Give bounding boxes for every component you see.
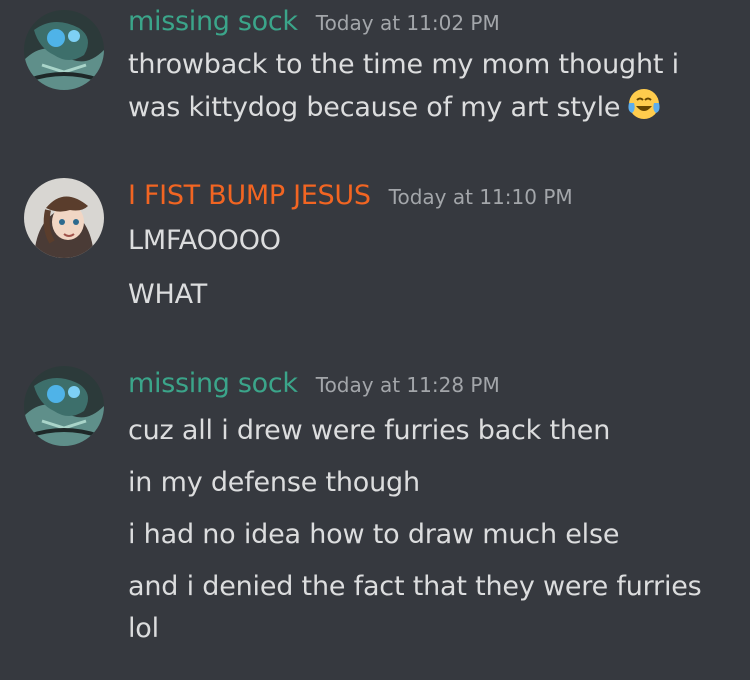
message-text: and i denied the fact that they were fur… [128, 571, 702, 644]
avatar[interactable] [24, 10, 104, 90]
message-text: WHAT [128, 279, 208, 310]
username[interactable]: missing sock [128, 6, 298, 37]
message-content: LMFAOOOO [128, 220, 728, 262]
chat-messages: missing sock Today at 11:02 PM throwback… [0, 0, 750, 680]
message-content: i had no idea how to draw much else [128, 514, 728, 556]
message-content: cuz all i drew were furries back then [128, 410, 728, 452]
message-content: in my defense though [128, 462, 728, 504]
message-text: throwback to the time my mom thought i w… [128, 49, 679, 123]
timestamp[interactable]: Today at 11:02 PM [316, 11, 500, 35]
message-text: cuz all i drew were furries back then [128, 415, 611, 446]
avatar[interactable] [24, 178, 104, 258]
timestamp[interactable]: Today at 11:10 PM [389, 185, 573, 209]
username[interactable]: missing sock [128, 368, 298, 399]
message-text: in my defense though [128, 467, 420, 498]
message-header: missing sock Today at 11:28 PM [128, 368, 500, 399]
timestamp[interactable]: Today at 11:28 PM [316, 373, 500, 397]
message-text: i had no idea how to draw much else [128, 519, 620, 550]
message-content: WHAT [128, 274, 728, 316]
message-content: throwback to the time my mom thought i w… [128, 44, 728, 129]
message-header: I FIST BUMP JESUS Today at 11:10 PM [128, 180, 573, 211]
message-text: LMFAOOOO [128, 225, 281, 256]
face-with-tears-of-joy-icon[interactable] [626, 86, 662, 122]
avatar[interactable] [24, 366, 104, 446]
message-content: and i denied the fact that they were fur… [128, 566, 728, 650]
message-header: missing sock Today at 11:02 PM [128, 6, 500, 37]
username[interactable]: I FIST BUMP JESUS [128, 180, 371, 211]
